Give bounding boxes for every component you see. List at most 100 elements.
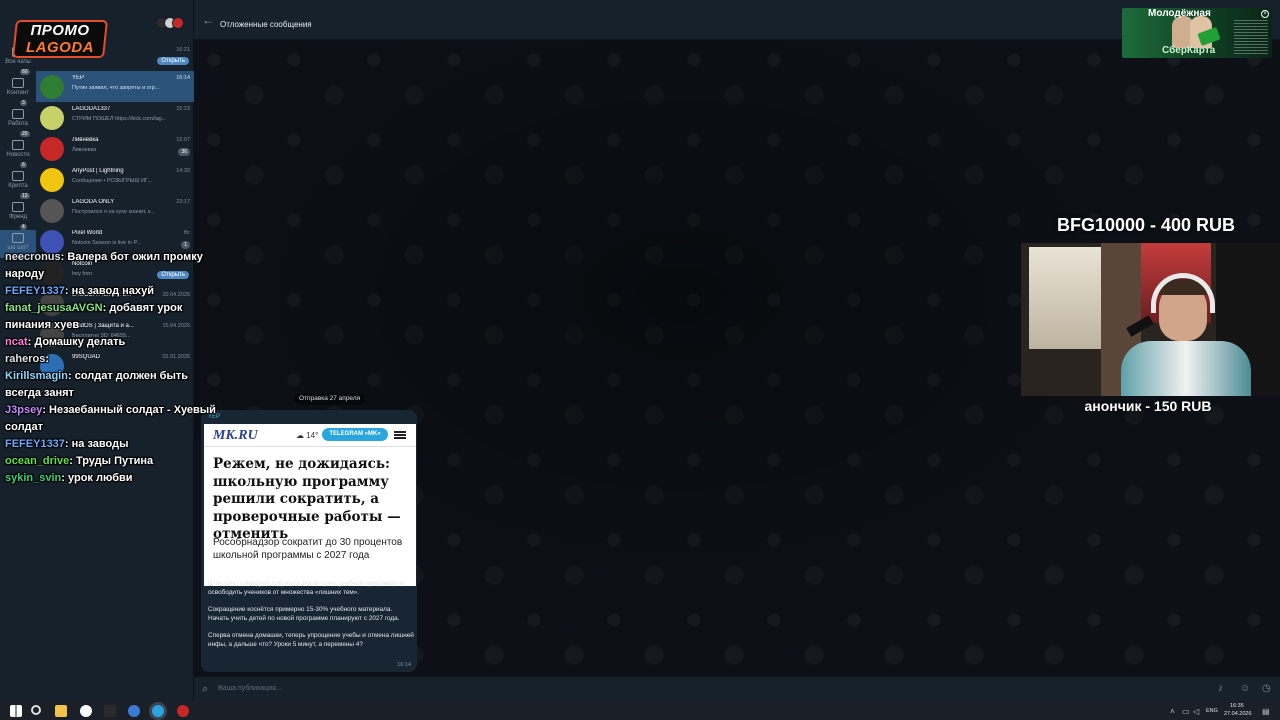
message-input[interactable]: Ваша публикация... [218,685,282,692]
windows-taskbar: ˄ ▭ ◁ ENG 16:35 27.04.2026 ▤ [0,702,1280,720]
telegram-icon[interactable] [152,705,164,717]
chat-row[interactable]: AnyPost | Lightning 14:30 Сообщение • РОЗЫ… [36,164,194,195]
emoji-icon[interactable]: ☺ [1240,683,1250,694]
chat-time: 15:23 [176,106,190,112]
chat-text: Домашку делать [34,336,126,348]
folder-label: Контент [6,90,30,96]
clock-date[interactable]: 27.04.2026 [1224,711,1252,717]
chat-time: 15:07 [176,137,190,143]
avatar[interactable] [172,17,184,29]
chat-nick: FEFEY1337 [5,438,65,450]
streamer-body [1121,341,1251,396]
message-time: 16:14 [397,662,411,668]
tray-chevron-icon[interactable]: ˄ [1170,707,1175,716]
stream-chat-overlay: neecronus: Валера бот ожил промку народу… [5,249,217,487]
chat-preview: Сообщение • РОЗЫГРЫШ ИГ... [72,178,152,184]
folder-item[interactable]: Новости 20 [0,131,36,165]
mute-icon[interactable]: ♪ [1218,683,1223,694]
open-button[interactable]: Открыть [157,57,189,65]
yandex-browser-icon[interactable] [80,705,92,717]
menu-icon [394,431,406,439]
account-switcher[interactable] [152,17,188,31]
schedule-icon[interactable]: ◷ [1262,683,1271,694]
message-paragraph: В школах планируют сократить почти треть… [208,580,404,596]
chat-row[interactable]: YEP 16:14 Путин заявил, что запреты и огр.… [36,71,194,102]
chat-row[interactable]: LAGODA1337 15:23 СТРИМ ПОШЕЛ https://kick.… [36,102,194,133]
webcam-feed [1021,243,1280,396]
article-headline: Режем, не дожидаясь: школьную программу … [213,456,401,542]
stream-chat-message: neecronus: Валера бот ожил промку народу [5,251,203,280]
folder-icon [12,140,24,150]
chat-time: 16:21 [176,47,190,53]
article-subhead: Рособрнадзор сократит до 30 процентов шк… [213,537,403,561]
chat-nick: sykin_svin [5,472,62,484]
folder-label: Френд [8,214,28,220]
message-text: В школах планируют сократить почти треть… [208,580,414,658]
chat-nick: raheros [5,353,46,365]
chat-preview: Notcoin Season is live in P... [72,240,141,246]
screen: Все чаты Контент 60 Работа 3 Новости 20 Крипта 6… [0,0,1280,720]
avatar [40,75,64,99]
chat-row[interactable]: Ливневка 15:07 Ливневка 36 [36,133,194,164]
folder-label: Крипта [8,183,28,189]
folder-item[interactable]: Контент 60 [0,69,36,103]
message-input-bar: ⌕ Ваша публикация... ♪ ☺ ◷ [194,676,1280,702]
unread-badge: 36 [178,148,190,156]
donation-alert-bottom: анончик - 150 RUB [1084,398,1212,414]
folder-icon [12,202,24,212]
stream-chat-message: J3psey: Незаебанный солдат - Хуевый солд… [5,404,216,433]
paperclip-icon[interactable]: ⌕ [202,683,208,696]
folder-icon [12,78,24,88]
chat-row[interactable]: LAGODA ONLY 23:17 Построился я на кухе зна… [36,195,194,226]
donation-alert-top: BFG10000 - 400 RUB [1056,215,1236,235]
windows-start-icon[interactable] [10,705,22,717]
folder-icon [12,233,24,243]
folder-badge: 3 [20,100,27,106]
folder-badge: 13 [20,193,30,199]
divider [204,446,416,447]
chat-title: LAGODA1337 [72,106,111,112]
chat-preview: Путин заявил, что запреты и огр... [72,85,160,91]
back-arrow-icon[interactable]: ← [202,13,214,27]
folder-item[interactable]: Работа 3 [0,100,36,134]
chat-nick: neecronus [5,251,61,263]
chat-title: AnyPost | Lightning [72,168,124,174]
chat-preview: Ливневка [72,147,97,153]
volume-icon[interactable]: ◁ [1193,707,1199,716]
language-indicator[interactable]: ENG [1206,708,1218,714]
folder-item[interactable]: Френд 13 [0,193,36,227]
chat-title: LAGODA ONLY [72,199,115,205]
app-icon[interactable] [128,705,140,717]
webcam-window [1029,247,1101,349]
chat-time: 16:14 [176,75,190,81]
message-bubble[interactable]: YEP MK.RU ☁ 14° TELEGRAM »MK« Режем, не … [201,410,417,672]
folder-icon[interactable] [55,705,67,717]
unread-badge: 1 [181,241,190,249]
stream-chat-message: Kirillsmagin: солдат должен быть всегда … [5,370,189,399]
folder-item[interactable]: Крипта 6 [0,162,36,196]
stream-chat-message: FEFEY1337: на завод нахуй [5,285,155,297]
promo-line1: ПРОМО [30,22,90,39]
telegram-button: TELEGRAM »MK« [322,428,388,441]
chat-title: Ливневка [72,137,99,143]
folder-badge: 4 [20,224,27,230]
chat-nick: ncat [5,336,28,348]
folder-label: Работа [8,121,28,127]
stream-chat-message: FEFEY1337: на заводы [5,438,129,450]
clock-time[interactable]: 16:35 [1230,703,1244,709]
app-icon[interactable] [104,705,116,717]
search-icon[interactable] [31,705,41,715]
chat-time: 14:30 [176,168,190,174]
app-icon[interactable] [177,705,189,717]
chat-text: на заводы [71,438,129,450]
chat-time: Вт [183,230,190,236]
chat-nick: FEFEY1337 [5,285,65,297]
network-icon[interactable]: ▭ [1182,707,1190,716]
close-icon[interactable]: × [1261,10,1269,18]
chat-text: на завод нахуй [71,285,155,297]
ad-title: Молодёжная [1148,8,1211,19]
message-image[interactable]: MK.RU ☁ 14° TELEGRAM »MK« Режем, не дожи… [204,424,416,586]
notification-icon[interactable]: ▤ [1262,707,1270,716]
promo-line2: LAGODA [26,39,94,56]
sber-ad-overlay: Молодёжная СберКарта × [1122,8,1272,58]
